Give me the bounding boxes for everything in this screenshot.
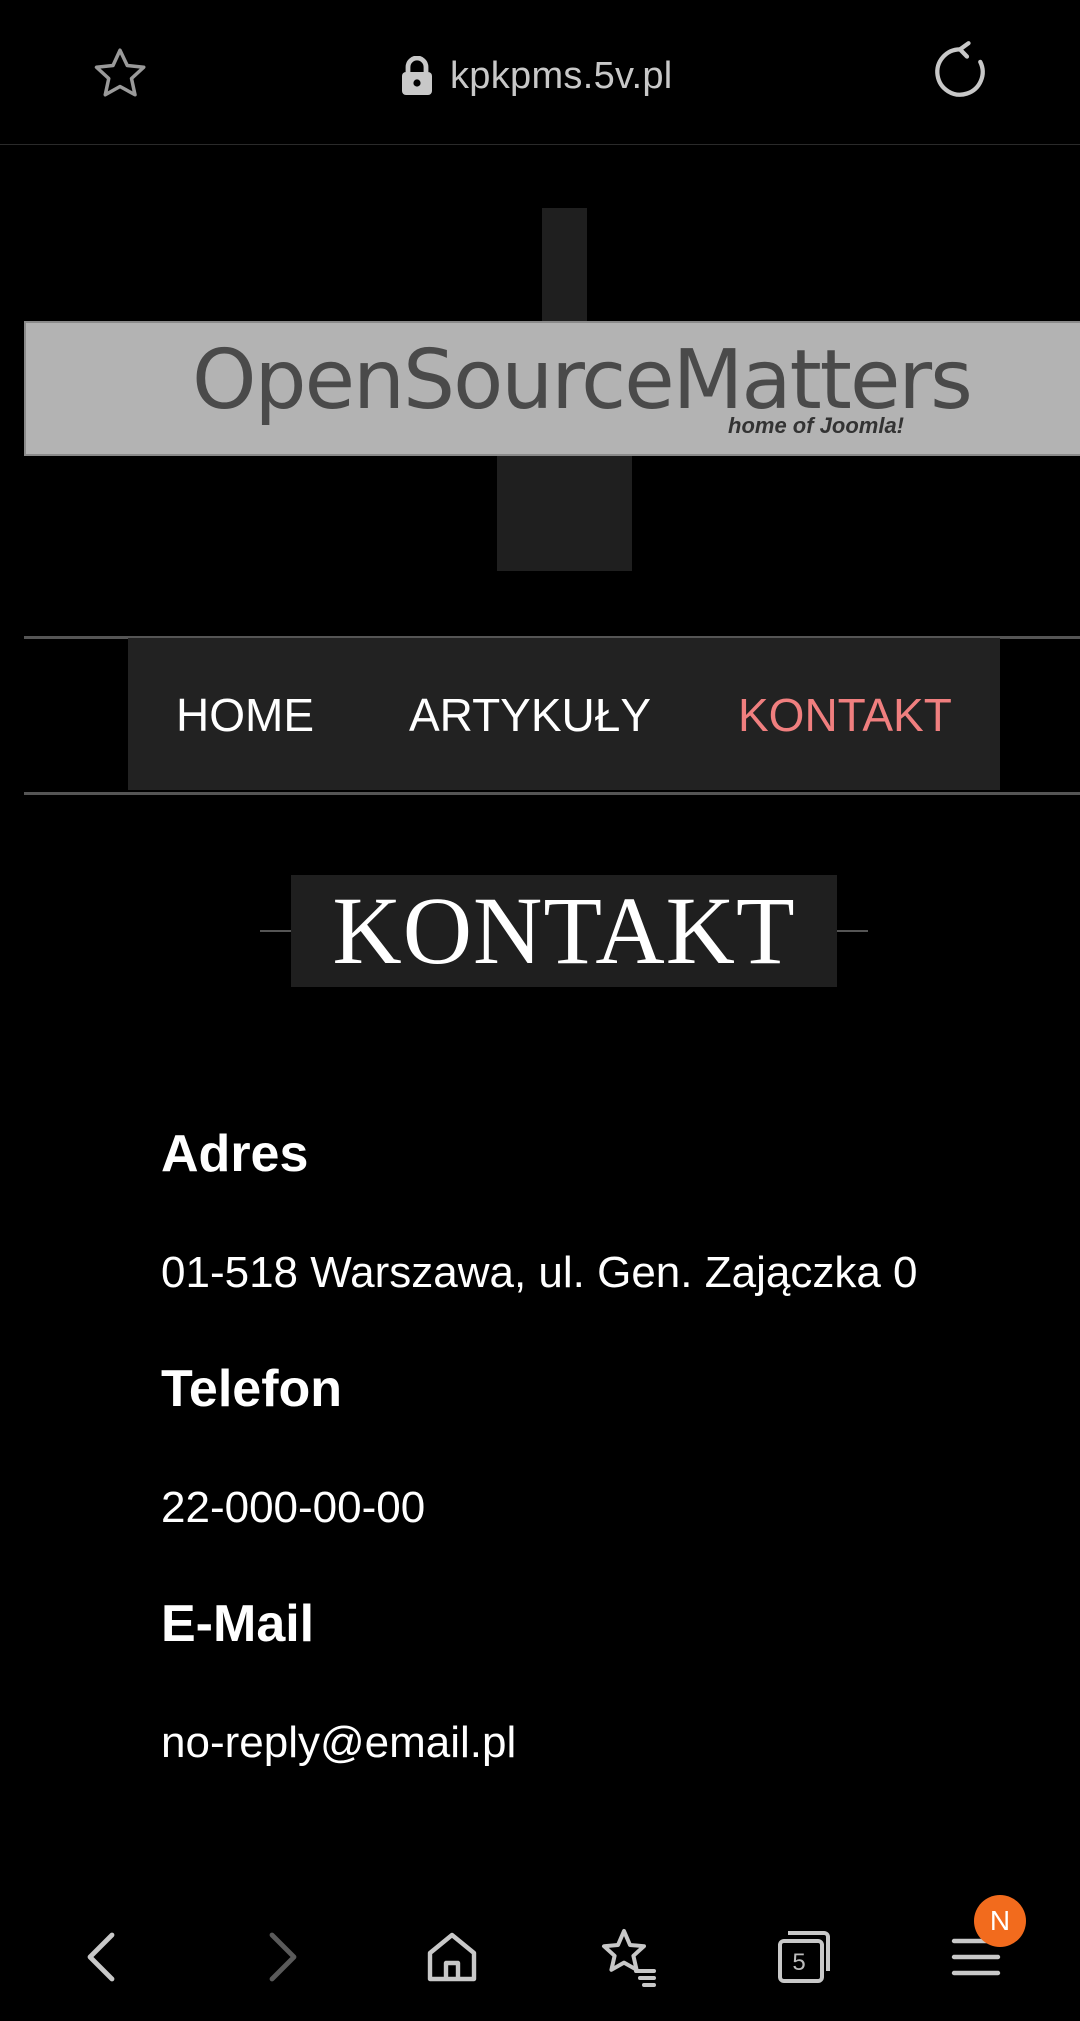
back-arrow-icon[interactable] [64,1917,144,1997]
page-title: KONTAKT [332,877,796,984]
phone-label: Telefon [161,1360,343,1418]
home-icon[interactable] [412,1917,492,1997]
browser-bottom-bar: 5 [0,1895,1080,2021]
notification-badge: N [974,1895,1026,1947]
nav-divider-bottom [24,792,1080,795]
logo-subtitle: home of Joomla! [728,413,905,438]
star-icon[interactable] [90,44,150,104]
page-title-box: KONTAKT [291,875,837,987]
main-nav: HOME ARTYKUŁY KONTAKT [128,638,1000,790]
site-logo[interactable]: OpenSourceMatters home of Joomla! [24,321,1080,456]
url-text: kpkpms.5v.pl [450,54,673,97]
phone-value: 22-000-00-00 [161,1483,426,1532]
logo-decoration-top [542,208,587,322]
reload-icon[interactable] [928,40,992,104]
address-value: 01-518 Warszawa, ul. Gen. Zajączka 0 [161,1248,918,1297]
nav-item-home[interactable]: HOME [176,688,314,742]
tabs-icon[interactable]: 5 [762,1917,842,1997]
browser-top-bar: kpkpms.5v.pl [0,0,1080,145]
nav-item-kontakt[interactable]: KONTAKT [738,688,952,742]
heading-rule-right [836,930,868,932]
address-label: Adres [161,1125,309,1183]
email-label: E-Mail [161,1595,315,1653]
bookmarks-icon[interactable] [588,1917,668,1997]
heading-rule-left [260,930,292,932]
lock-icon [400,56,434,96]
forward-arrow-icon[interactable] [240,1917,320,1997]
logo-decoration-bottom [497,456,632,571]
nav-item-artykuly[interactable]: ARTYKUŁY [409,688,651,742]
tabs-count: 5 [792,1949,806,1976]
address-bar[interactable]: kpkpms.5v.pl [400,46,673,106]
email-value: no-reply@email.pl [161,1718,517,1767]
